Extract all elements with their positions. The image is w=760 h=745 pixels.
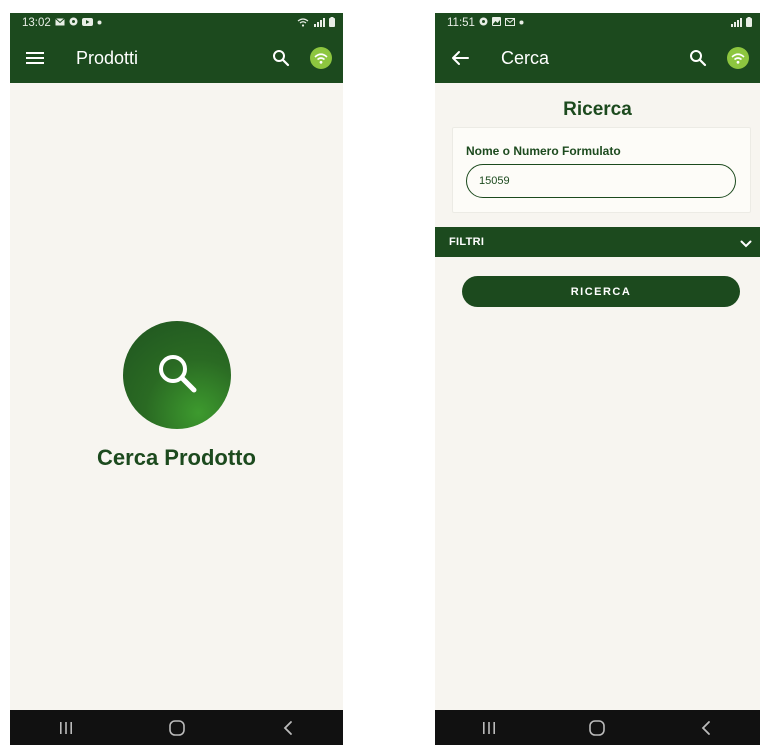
name-number-input[interactable] xyxy=(466,164,736,198)
battery-icon xyxy=(746,17,752,29)
search-form-card: Nome o Numero Formulato xyxy=(452,127,751,213)
wifi-badge-icon[interactable] xyxy=(726,46,750,70)
filters-accordion[interactable]: FILTRI xyxy=(435,227,760,257)
signal-icon xyxy=(313,17,325,29)
page-heading: Ricerca xyxy=(563,99,632,120)
system-nav-bar xyxy=(435,710,760,745)
search-product-title[interactable]: Cerca Prodotto xyxy=(10,445,343,471)
back-icon[interactable] xyxy=(268,713,308,743)
dot-icon xyxy=(97,18,102,28)
back-icon[interactable] xyxy=(686,713,726,743)
phone-screen-prodotti: 13:02 Prodotti Cerca Prodotto xyxy=(10,13,343,745)
phone-screen-cerca: 11:51 Cerca Ricerca Nome o Numero Formul… xyxy=(435,13,760,745)
app-bar: Prodotti xyxy=(10,33,343,83)
name-number-label: Nome o Numero Formulato xyxy=(466,144,621,158)
recent-apps-icon[interactable] xyxy=(46,713,86,743)
filters-label: FILTRI xyxy=(449,236,485,248)
status-bar: 11:51 xyxy=(435,13,760,33)
dot-icon xyxy=(519,18,524,28)
circle-icon xyxy=(479,17,488,29)
app-bar-title: Prodotti xyxy=(76,47,139,68)
recent-apps-icon[interactable] xyxy=(469,713,509,743)
circle-icon xyxy=(69,17,78,29)
search-icon[interactable] xyxy=(686,46,710,70)
back-arrow-icon[interactable] xyxy=(449,47,471,69)
wifi-badge-icon[interactable] xyxy=(309,46,333,70)
home-icon[interactable] xyxy=(157,713,197,743)
status-time: 11:51 xyxy=(447,17,475,29)
search-product-button[interactable] xyxy=(123,321,231,429)
system-nav-bar xyxy=(10,710,343,745)
status-bar: 13:02 xyxy=(10,13,343,33)
signal-icon xyxy=(730,17,742,29)
app-bar: Cerca xyxy=(435,33,760,83)
mail-icon xyxy=(504,17,515,29)
wifi-icon xyxy=(297,17,309,29)
search-button[interactable]: RICERCA xyxy=(462,276,740,307)
photo-icon xyxy=(491,17,501,29)
battery-icon xyxy=(329,17,335,29)
home-icon[interactable] xyxy=(577,713,617,743)
video-icon xyxy=(81,17,93,29)
status-time: 13:02 xyxy=(22,17,51,29)
chevron-down-icon xyxy=(740,233,752,252)
search-icon[interactable] xyxy=(269,46,293,70)
mail-icon xyxy=(54,17,65,29)
search-icon xyxy=(154,350,200,400)
menu-icon[interactable] xyxy=(24,47,46,69)
app-bar-title: Cerca xyxy=(501,47,550,68)
